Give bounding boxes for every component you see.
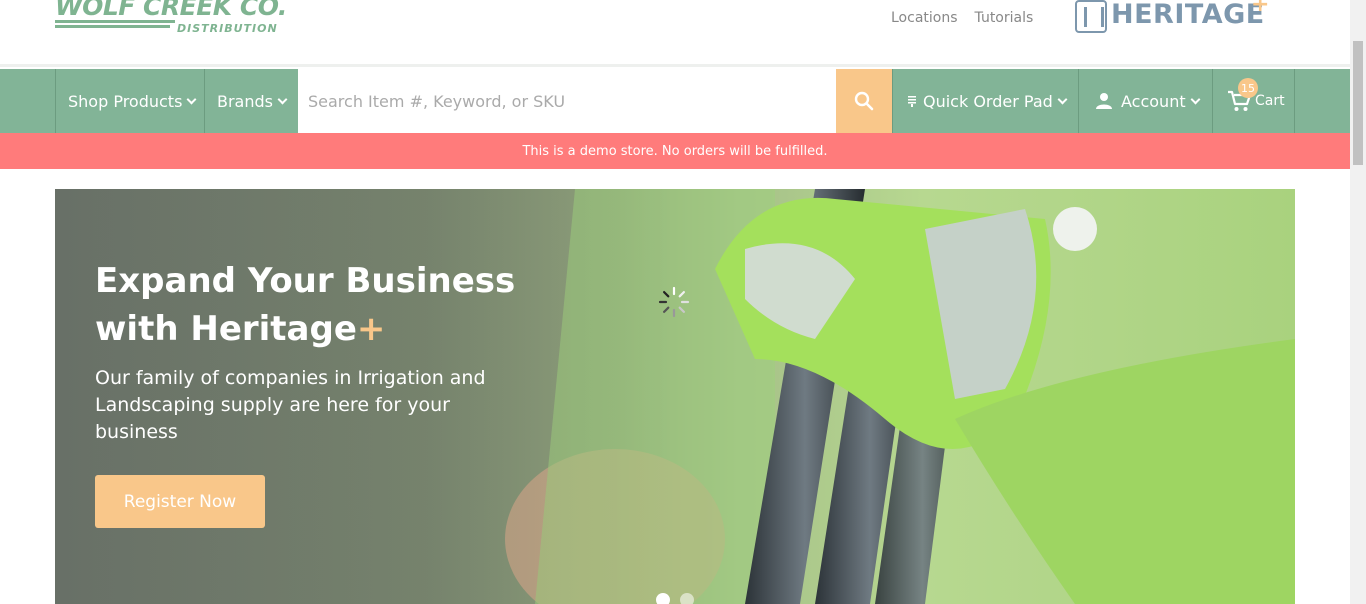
search-box: [298, 69, 836, 133]
register-now-button[interactable]: Register Now: [95, 475, 265, 528]
cart-icon-wrap: 15: [1227, 78, 1258, 113]
cart-label: Cart: [1255, 93, 1285, 109]
site-header: WOLF CREEK CO. DISTRIBUTION Locations Tut…: [0, 0, 1350, 67]
logo-stripe: [55, 25, 170, 28]
scrollbar-thumb[interactable]: [1353, 41, 1363, 165]
locations-link[interactable]: Locations: [891, 10, 958, 26]
loading-spinner-icon: [658, 286, 690, 318]
hero-subtitle: Our family of companies in Irrigation an…: [95, 367, 486, 443]
heritage-logo-text: HERITAGE: [1111, 0, 1265, 30]
search-input[interactable]: [298, 69, 836, 133]
shop-products-menu[interactable]: Shop Products: [55, 69, 205, 133]
logo-subtext: DISTRIBUTION: [177, 22, 278, 35]
heritage-plus-icon: +: [1251, 0, 1270, 17]
search-button[interactable]: [836, 69, 892, 133]
cart-button[interactable]: 15 Cart: [1212, 69, 1295, 133]
hero-title-line1: Expand Your Business: [95, 261, 516, 301]
cart-count-badge: 15: [1238, 78, 1258, 98]
carousel-dot-1[interactable]: [656, 593, 670, 604]
quick-order-pad-menu[interactable]: Quick Order Pad: [892, 69, 1079, 133]
list-icon: [908, 96, 916, 107]
brands-label: Brands: [217, 91, 273, 111]
main-navbar: Shop Products Brands Quick Order Pad Acc…: [0, 69, 1350, 133]
quick-order-pad-label: Quick Order Pad: [923, 91, 1053, 111]
carousel-dot-2[interactable]: [680, 593, 694, 604]
heritage-h-icon: [1075, 0, 1107, 33]
hero-carousel: Expand Your Business with Heritage+ Our …: [55, 189, 1295, 604]
top-links: Locations Tutorials: [891, 10, 1050, 26]
tutorials-link[interactable]: Tutorials: [975, 10, 1034, 26]
user-icon: [1096, 93, 1112, 109]
chevron-down-icon: [277, 94, 288, 104]
brands-menu[interactable]: Brands: [204, 69, 298, 133]
search-icon: [854, 91, 874, 111]
account-label: Account: [1121, 91, 1186, 111]
chevron-down-icon: [1190, 94, 1201, 104]
wolf-creek-logo[interactable]: WOLF CREEK CO. DISTRIBUTION: [55, 0, 300, 38]
account-menu[interactable]: Account: [1078, 69, 1213, 133]
carousel-dots: [656, 593, 694, 604]
chevron-down-icon: [1057, 94, 1068, 104]
demo-store-notice: This is a demo store. No orders will be …: [0, 133, 1350, 169]
shop-products-label: Shop Products: [68, 91, 183, 111]
logo-stripe: [55, 20, 175, 23]
chevron-down-icon: [186, 94, 197, 104]
hero-title-line2: with Heritage: [95, 309, 357, 349]
heritage-plus-mark: +: [356, 309, 386, 349]
hero-title: Expand Your Business with Heritage+: [95, 257, 545, 353]
notice-text: This is a demo store. No orders will be …: [522, 143, 828, 159]
logo-text: WOLF CREEK CO.: [55, 0, 287, 21]
page-scrollbar[interactable]: [1350, 0, 1366, 604]
